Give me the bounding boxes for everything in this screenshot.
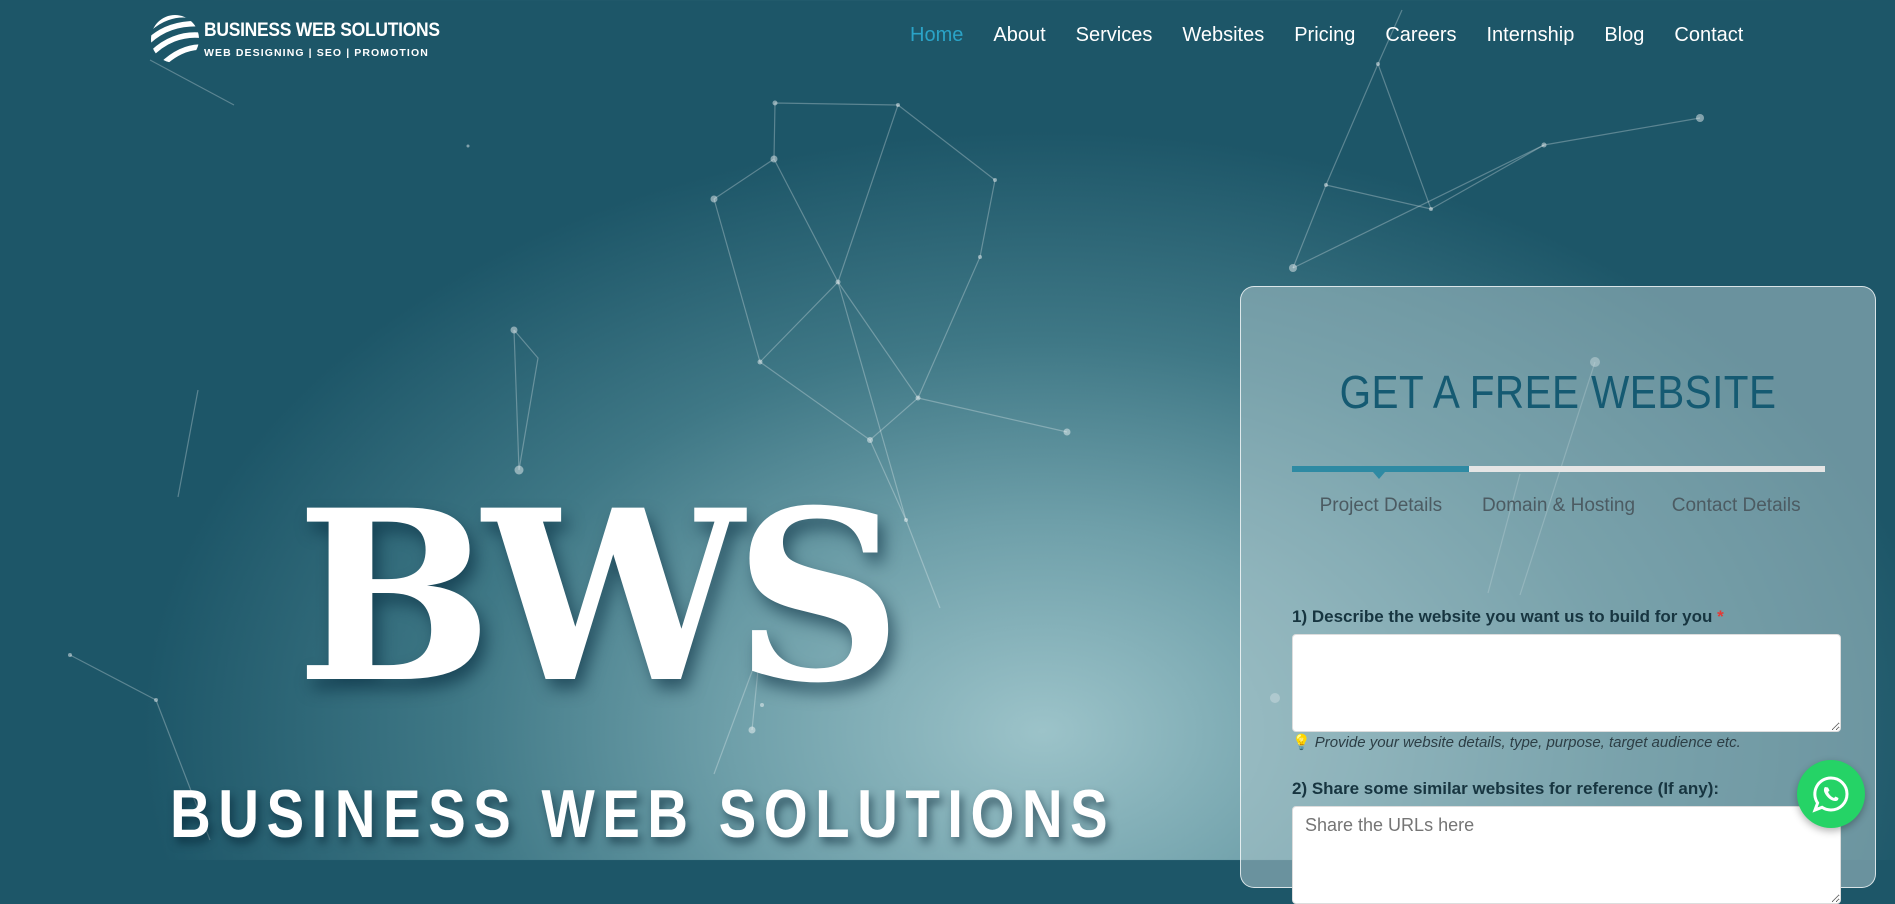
q1-hint-text: Provide your website details, type, purp… — [1314, 734, 1741, 751]
q1-label-text: 1) Describe the website you want us to b… — [1292, 607, 1713, 626]
form-title: GET A FREE WEBSITE — [1339, 366, 1777, 418]
logo-tagline: WEB DESIGNING | SEO | PROMOTION — [204, 46, 429, 59]
logo-title: BUSINESS WEB SOLUTIONS — [204, 19, 440, 41]
nav-blog[interactable]: Blog — [1604, 24, 1644, 47]
nav-contact[interactable]: Contact — [1674, 24, 1743, 47]
step-project-details: Project Details — [1319, 495, 1443, 516]
q1-description-input[interactable] — [1292, 634, 1841, 732]
q2-reference-urls-input[interactable] — [1292, 806, 1841, 904]
nav-careers[interactable]: Careers — [1385, 24, 1456, 47]
nav-internship[interactable]: Internship — [1487, 24, 1575, 47]
free-website-form: GET A FREE WEBSITE Project Details Domai… — [1240, 286, 1876, 904]
form-steps: Project Details Domain & Hosting Contact… — [1292, 494, 1825, 518]
whatsapp-icon — [1812, 776, 1849, 813]
globe-stripes-icon — [151, 15, 199, 63]
nav-services[interactable]: Services — [1076, 24, 1153, 47]
step-domain-hosting: Domain & Hosting — [1481, 495, 1636, 516]
hero-bws-heading: BWS — [296, 459, 902, 735]
lightbulb-icon: 💡 — [1292, 734, 1311, 751]
q1-label: 1) Describe the website you want us to b… — [1292, 607, 1724, 627]
hero-subtitle: BUSINESS WEB SOLUTIONS — [170, 776, 1116, 852]
site-logo[interactable]: BUSINESS WEB SOLUTIONS WEB DESIGNING | S… — [150, 14, 460, 64]
whatsapp-button[interactable] — [1797, 760, 1865, 828]
q1-hint: 💡 Provide your website details, type, pur… — [1292, 733, 1741, 751]
main-nav: Home About Services Websites Pricing Car… — [910, 24, 1773, 47]
step-contact-details: Contact Details — [1671, 495, 1801, 516]
form-progress-bar — [1292, 466, 1825, 479]
required-mark: * — [1717, 607, 1724, 626]
nav-websites[interactable]: Websites — [1182, 24, 1264, 47]
nav-home[interactable]: Home — [910, 24, 963, 47]
q2-label: 2) Share some similar websites for refer… — [1292, 779, 1720, 798]
nav-about[interactable]: About — [993, 24, 1045, 47]
progress-pointer-icon — [1373, 472, 1385, 479]
nav-pricing[interactable]: Pricing — [1294, 24, 1355, 47]
